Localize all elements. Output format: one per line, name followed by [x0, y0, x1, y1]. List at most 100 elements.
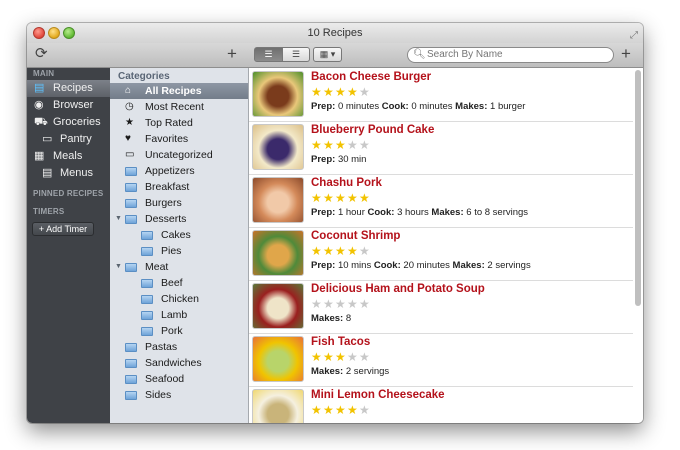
detail-view-button[interactable]: ☰ [283, 47, 310, 62]
star-rating[interactable]: ★★★★★ [311, 350, 371, 364]
star-icon[interactable]: ★ [359, 85, 371, 99]
category-item-most-recent[interactable]: ◷ Most Recent [110, 99, 248, 115]
recipe-row[interactable]: Fish Tacos ★★★★★ Makes: 2 servings [249, 333, 633, 387]
recipe-row[interactable]: Mini Lemon Cheesecake ★★★★★ [249, 386, 633, 423]
search-field[interactable]: 🔍︎ [407, 47, 614, 63]
recipe-row[interactable]: Blueberry Pound Cake ★★★★★ Prep: 30 min [249, 121, 633, 175]
category-item-pastas[interactable]: Pastas [110, 339, 248, 355]
category-item-sides[interactable]: Sides [110, 387, 248, 403]
zoom-window-button[interactable] [63, 27, 75, 39]
recipe-thumbnail [252, 389, 304, 423]
category-item-cakes[interactable]: Cakes [110, 227, 248, 243]
recipe-row[interactable]: Bacon Cheese Burger ★★★★★ Prep: 0 minutes … [249, 68, 633, 122]
add-timer-button[interactable]: + Add Timer [32, 222, 94, 236]
sidebar-item-browser[interactable]: ◉ Browser [27, 97, 110, 114]
star-icon[interactable]: ★ [347, 85, 359, 99]
minimize-window-button[interactable] [48, 27, 60, 39]
sync-icon[interactable]: ⟳ [35, 45, 48, 63]
star-icon[interactable]: ★ [323, 85, 335, 99]
category-item-lamb[interactable]: Lamb [110, 307, 248, 323]
category-item-sandwiches[interactable]: Sandwiches [110, 355, 248, 371]
star-icon[interactable]: ★ [323, 138, 335, 152]
recipe-meta: Prep: 30 min [311, 154, 366, 165]
star-icon[interactable]: ★ [359, 138, 371, 152]
add-recipe-button[interactable]: + [227, 43, 237, 65]
disclosure-triangle-icon[interactable]: ▼ [115, 259, 122, 275]
recipe-title[interactable]: Fish Tacos [311, 336, 370, 348]
star-icon[interactable]: ★ [359, 297, 371, 311]
category-item-top-rated[interactable]: ★ Top Rated [110, 115, 248, 131]
star-icon[interactable]: ★ [311, 244, 323, 258]
star-rating[interactable]: ★★★★★ [311, 403, 371, 417]
category-item-burgers[interactable]: Burgers [110, 195, 248, 211]
recipe-title[interactable]: Bacon Cheese Burger [311, 71, 431, 83]
star-icon[interactable]: ★ [335, 138, 347, 152]
star-icon[interactable]: ★ [359, 403, 371, 417]
star-icon[interactable]: ★ [311, 191, 323, 205]
sidebar-item-meals[interactable]: ▦ Meals [27, 148, 110, 165]
star-rating[interactable]: ★★★★★ [311, 138, 371, 152]
recipe-row[interactable]: Delicious Ham and Potato Soup ★★★★★ Makes:… [249, 280, 633, 334]
category-item-uncategorized[interactable]: ▭ Uncategorized [110, 147, 248, 163]
star-icon[interactable]: ★ [335, 350, 347, 364]
star-icon[interactable]: ★ [323, 244, 335, 258]
star-icon[interactable]: ★ [335, 403, 347, 417]
category-item-seafood[interactable]: Seafood [110, 371, 248, 387]
category-item-desserts[interactable]: ▼ Desserts [110, 211, 248, 227]
star-icon[interactable]: ★ [359, 350, 371, 364]
category-item-pork[interactable]: Pork [110, 323, 248, 339]
category-item-all-recipes[interactable]: ⌂ All Recipes [110, 83, 248, 99]
recipe-row[interactable]: Coconut Shrimp ★★★★★ Prep: 10 mins Cook: 2… [249, 227, 633, 281]
star-icon[interactable]: ★ [347, 350, 359, 364]
sidebar-item-recipes[interactable]: ▤ Recipes [27, 80, 110, 97]
recipe-title[interactable]: Coconut Shrimp [311, 230, 400, 242]
star-icon[interactable]: ★ [335, 191, 347, 205]
star-icon[interactable]: ★ [323, 350, 335, 364]
recipe-list-scrollbar[interactable] [635, 70, 641, 306]
star-icon[interactable]: ★ [335, 244, 347, 258]
star-icon[interactable]: ★ [347, 244, 359, 258]
list-view-button[interactable]: ☰ [254, 47, 283, 62]
star-icon[interactable]: ★ [311, 138, 323, 152]
recipe-title[interactable]: Chashu Pork [311, 177, 382, 189]
recipe-row[interactable]: Chashu Pork ★★★★★ Prep: 1 hour Cook: 3 hou… [249, 174, 633, 228]
star-rating[interactable]: ★★★★★ [311, 244, 371, 258]
star-icon[interactable]: ★ [311, 297, 323, 311]
star-icon[interactable]: ★ [347, 138, 359, 152]
disclosure-triangle-icon[interactable]: ▼ [115, 211, 122, 227]
star-rating[interactable]: ★★★★★ [311, 297, 371, 311]
star-icon[interactable]: ★ [347, 297, 359, 311]
recipe-title[interactable]: Delicious Ham and Potato Soup [311, 283, 485, 295]
category-item-appetizers[interactable]: Appetizers [110, 163, 248, 179]
category-item-meat[interactable]: ▼ Meat [110, 259, 248, 275]
recipe-title[interactable]: Mini Lemon Cheesecake [311, 389, 445, 401]
recipe-title[interactable]: Blueberry Pound Cake [311, 124, 434, 136]
star-icon[interactable]: ★ [335, 85, 347, 99]
close-window-button[interactable] [33, 27, 45, 39]
sidebar-item-groceries[interactable]: ⛟ Groceries [27, 114, 110, 131]
star-rating[interactable]: ★★★★★ [311, 191, 371, 205]
star-icon[interactable]: ★ [323, 191, 335, 205]
star-icon[interactable]: ★ [359, 244, 371, 258]
star-icon[interactable]: ★ [359, 191, 371, 205]
sidebar-item-menus[interactable]: ▤ Menus [27, 165, 110, 182]
star-icon[interactable]: ★ [311, 350, 323, 364]
star-icon[interactable]: ★ [311, 403, 323, 417]
category-item-breakfast[interactable]: Breakfast [110, 179, 248, 195]
star-icon[interactable]: ★ [347, 403, 359, 417]
category-item-beef[interactable]: Beef [110, 275, 248, 291]
search-input[interactable] [427, 48, 597, 61]
star-icon[interactable]: ★ [335, 297, 347, 311]
star-icon[interactable]: ★ [323, 403, 335, 417]
star-icon[interactable]: ★ [311, 85, 323, 99]
sidebar-item-pantry[interactable]: ▭ Pantry [27, 131, 110, 148]
category-item-favorites[interactable]: ♥ Favorites [110, 131, 248, 147]
window-title: 10 Recipes [307, 27, 363, 39]
grid-view-button[interactable]: ▦ ▾ [313, 47, 342, 62]
star-rating[interactable]: ★★★★★ [311, 85, 371, 99]
category-item-pies[interactable]: Pies [110, 243, 248, 259]
add-button[interactable]: + [621, 43, 631, 65]
star-icon[interactable]: ★ [323, 297, 335, 311]
star-icon[interactable]: ★ [347, 191, 359, 205]
category-item-chicken[interactable]: Chicken [110, 291, 248, 307]
